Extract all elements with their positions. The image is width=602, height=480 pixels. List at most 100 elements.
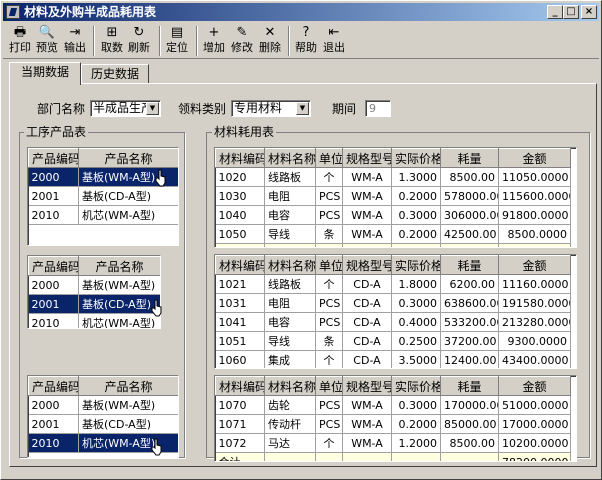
- unit-cell[interactable]: PCS: [315, 395, 343, 415]
- product-grid-1[interactable]: 产品编码 产品名称 2000 基板(WM-A型) 2001 基板(CD-A型) 2010 机芯…: [27, 147, 179, 246]
- column-header[interactable]: 规格型号: [342, 255, 392, 275]
- spec-cell[interactable]: CD-A: [342, 312, 392, 332]
- column-header[interactable]: 规格型号: [342, 376, 392, 396]
- toolbar-button-edit[interactable]: ✎ 修改: [229, 24, 255, 58]
- material-grid-1[interactable]: 材料编码 材料名称 单位 规格型号 实际价格 耗量 金额 1020 线路板个 WM-A 1.3000…: [214, 147, 577, 248]
- maximize-button[interactable]: □: [563, 5, 579, 19]
- product-name-cell[interactable]: 基板(CD-A型): [78, 186, 178, 206]
- unit-cell[interactable]: 个: [315, 167, 343, 187]
- column-header[interactable]: 产品编码: [28, 256, 79, 276]
- price-cell[interactable]: 0.2500: [391, 331, 441, 351]
- spec-cell[interactable]: CD-A: [342, 293, 392, 313]
- product-code-cell[interactable]: 2000: [28, 395, 79, 415]
- product-name-cell[interactable]: 机芯(WM-A型): [78, 433, 178, 453]
- title-bar[interactable]: 材料及外购半成品耗用表 _ □ ×: [3, 3, 599, 21]
- column-header[interactable]: 实际价格: [391, 255, 441, 275]
- product-code-cell[interactable]: 2010: [28, 313, 79, 328]
- column-header[interactable]: 金额: [498, 255, 571, 275]
- unit-cell[interactable]: 个: [315, 274, 343, 294]
- material-code-cell[interactable]: 1070: [215, 395, 265, 415]
- quantity-cell[interactable]: 37200.00: [440, 331, 499, 351]
- product-name-cell[interactable]: 机芯(WM-A型): [78, 313, 160, 328]
- unit-cell[interactable]: PCS: [315, 414, 343, 434]
- chevron-down-icon[interactable]: ▼: [146, 102, 159, 115]
- product-name-cell[interactable]: 基板(CD-A型): [78, 414, 178, 434]
- product-name-cell[interactable]: 基板(CD-A型): [78, 294, 160, 314]
- column-header[interactable]: 材料编码: [215, 148, 265, 168]
- column-header[interactable]: 材料名称: [264, 376, 316, 396]
- unit-cell[interactable]: 个: [315, 350, 343, 368]
- table-row[interactable]: 2010 机芯(WM-A型): [28, 313, 160, 328]
- table-row[interactable]: 1030 电阻 PCS WM-A 0.2000 578000.00 115600.0000: [215, 186, 571, 206]
- spec-cell[interactable]: WM-A: [342, 414, 392, 434]
- quantity-cell[interactable]: 306000.00: [440, 205, 499, 225]
- table-row[interactable]: 1040 电容 PCS WM-A 0.3000 306000.00 91800.0000: [215, 205, 571, 225]
- unit-cell[interactable]: 条: [315, 331, 343, 351]
- column-header[interactable]: 产品编码: [28, 376, 79, 396]
- column-header[interactable]: 单位: [315, 255, 343, 275]
- table-row[interactable]: 1021 线路板个 CD-A 1.8000 6200.00 11160.0000: [215, 274, 571, 294]
- category-select[interactable]: 专用材料 ▼: [231, 100, 311, 117]
- price-cell[interactable]: 3.5000: [391, 350, 441, 368]
- table-row[interactable]: 2001 基板(CD-A型): [28, 294, 160, 314]
- table-row[interactable]: 2000 基板(WM-A型): [28, 275, 160, 295]
- amount-cell[interactable]: 51000.0000: [498, 395, 571, 415]
- column-header[interactable]: 产品编码: [28, 148, 79, 168]
- column-header[interactable]: 耗量: [440, 255, 499, 275]
- material-name-cell[interactable]: 传动杆: [264, 414, 316, 434]
- material-grid-2[interactable]: 材料编码 材料名称 单位 规格型号 实际价格 耗量 金额 1021 线路板个 CD-A 1.8000…: [214, 254, 577, 369]
- price-cell[interactable]: 0.2000: [391, 186, 441, 206]
- column-header[interactable]: 单位: [315, 148, 343, 168]
- amount-cell[interactable]: 213280.0000: [498, 312, 571, 332]
- table-row[interactable]: 1031 电阻 PCS CD-A 0.3000 638600.00 191580.0000: [215, 293, 571, 313]
- amount-cell[interactable]: 10200.0000: [498, 433, 571, 453]
- price-cell[interactable]: 1.8000: [391, 274, 441, 294]
- price-cell[interactable]: 0.2000: [391, 224, 441, 244]
- material-code-cell[interactable]: 1051: [215, 331, 265, 351]
- quantity-cell[interactable]: 170000.00: [440, 395, 499, 415]
- product-name-cell[interactable]: 基板(WM-A型): [78, 275, 160, 295]
- column-header[interactable]: 规格型号: [342, 148, 392, 168]
- material-code-cell[interactable]: 1021: [215, 274, 265, 294]
- product-code-cell[interactable]: 2001: [28, 186, 79, 206]
- period-input[interactable]: 9: [365, 100, 391, 117]
- material-name-cell[interactable]: 导线: [264, 224, 316, 244]
- price-cell[interactable]: 0.4000: [391, 312, 441, 332]
- toolbar-button-fetch-data[interactable]: ⊞ 取数: [99, 24, 125, 58]
- dept-select[interactable]: 半成品生产 ▼: [90, 100, 161, 117]
- quantity-cell[interactable]: 638600.00: [440, 293, 499, 313]
- amount-cell[interactable]: 91800.0000: [498, 205, 571, 225]
- material-name-cell[interactable]: 电阻: [264, 293, 316, 313]
- quantity-cell[interactable]: 533200.00: [440, 312, 499, 332]
- spec-cell[interactable]: CD-A: [342, 331, 392, 351]
- material-name-cell[interactable]: 齿轮: [264, 395, 316, 415]
- column-header[interactable]: 产品名称: [78, 256, 160, 276]
- table-row[interactable]: 1070 齿轮 PCS WM-A 0.3000 170000.00 51000.0000: [215, 395, 571, 415]
- material-name-cell[interactable]: 线路板: [264, 274, 316, 294]
- toolbar-button-locate[interactable]: ▤ 定位: [164, 24, 190, 58]
- material-code-cell[interactable]: 1041: [215, 312, 265, 332]
- column-header[interactable]: 产品名称: [78, 148, 178, 168]
- price-cell[interactable]: 1.3000: [391, 167, 441, 187]
- product-code-cell[interactable]: 2010: [28, 433, 79, 453]
- material-code-cell[interactable]: 1071: [215, 414, 265, 434]
- product-code-cell[interactable]: 2001: [28, 294, 79, 314]
- price-cell[interactable]: 1.2000: [391, 433, 441, 453]
- column-header[interactable]: 单位: [315, 376, 343, 396]
- material-code-cell[interactable]: 1030: [215, 186, 265, 206]
- material-name-cell[interactable]: 导线: [264, 331, 316, 351]
- amount-cell[interactable]: 11160.0000: [498, 274, 571, 294]
- material-code-cell[interactable]: 1060: [215, 350, 265, 368]
- quantity-cell[interactable]: 8500.00: [440, 167, 499, 187]
- toolbar-button-preview[interactable]: 🔍 预览: [34, 24, 60, 58]
- material-code-cell[interactable]: 1031: [215, 293, 265, 313]
- tab-current-data[interactable]: 当期数据: [9, 62, 81, 85]
- material-grid-3[interactable]: 材料编码 材料名称 单位 规格型号 实际价格 耗量 金额 1070 齿轮 PCS WM-A 0.300…: [214, 375, 577, 462]
- quantity-cell[interactable]: 85000.00: [440, 414, 499, 434]
- price-cell[interactable]: 0.3000: [391, 293, 441, 313]
- column-header[interactable]: 材料名称: [264, 255, 316, 275]
- material-name-cell[interactable]: 电阻: [264, 186, 316, 206]
- toolbar-button-export[interactable]: ⇥ 输出: [62, 24, 88, 58]
- material-code-cell[interactable]: 1050: [215, 224, 265, 244]
- unit-cell[interactable]: PCS: [315, 186, 343, 206]
